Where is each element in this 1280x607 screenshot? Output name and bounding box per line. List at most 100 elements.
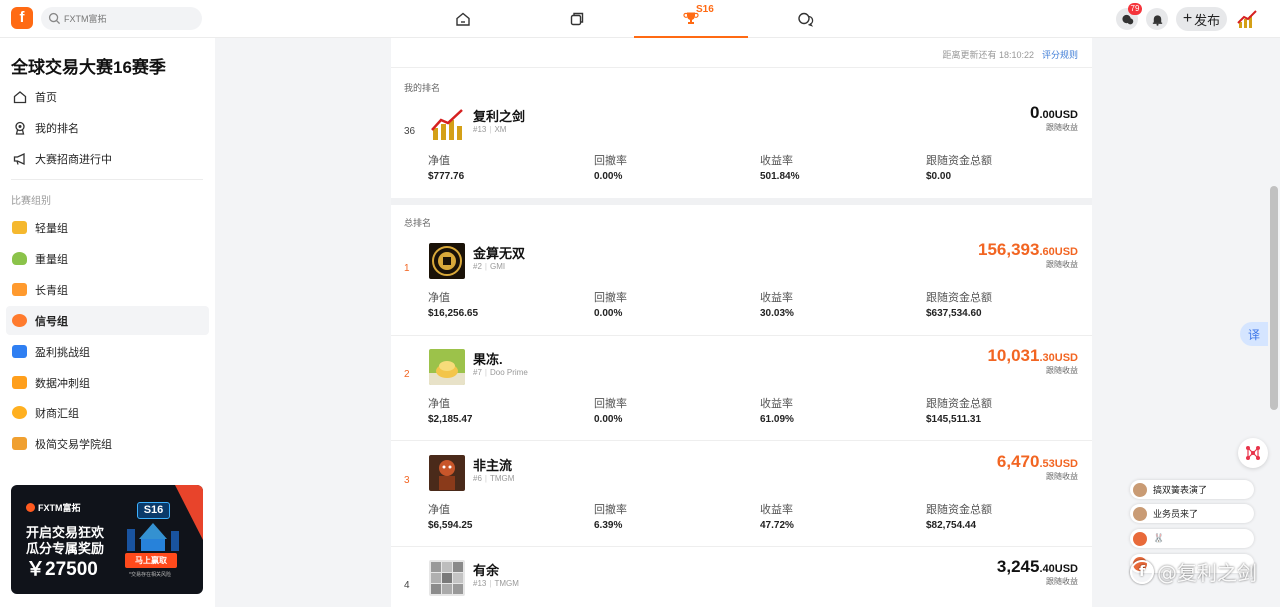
stat-drawdown: 回撤率 6.39% <box>594 504 627 531</box>
trader-name[interactable]: 金算无双 <box>473 243 525 262</box>
nav-feed[interactable] <box>520 0 634 38</box>
trader-name[interactable]: 果冻. <box>473 349 503 368</box>
trader-name[interactable]: 非主流 <box>473 455 512 474</box>
follow-profit: 0.00USD 跟随收益 <box>1030 103 1078 132</box>
sidebar-group-wealth-club[interactable]: 财商汇组 <box>6 398 209 427</box>
ranking-card[interactable]: 4 有余 #13 | TMGM 3,245.40USD 跟随收益 <box>391 551 1092 607</box>
stat-drawdown: 回撤率 0.00% <box>594 155 627 182</box>
megaphone-icon <box>12 151 27 166</box>
rank-number: 2 <box>404 369 410 380</box>
sidebar-group-profit-challenge[interactable]: 盈利挑战组 <box>6 337 209 366</box>
publish-label: 发布 <box>1194 12 1221 28</box>
stat-follow-funds: 跟随资金总额 $637,534.60 <box>926 292 992 319</box>
sidebar-item-label: 大赛招商进行中 <box>35 153 112 166</box>
banner-cta-button[interactable]: 马上赢取 <box>125 553 177 568</box>
rank-number: 4 <box>404 580 410 591</box>
user-avatar[interactable] <box>1236 8 1258 30</box>
rank-number: 3 <box>404 475 410 486</box>
sidebar-group-evergreen[interactable]: 长青组 <box>6 275 209 304</box>
money-bag-icon <box>12 251 27 266</box>
sidebar-item-label: 数据冲刺组 <box>35 377 90 390</box>
promo-banner[interactable]: FXTM富拓 开启交易狂欢 瓜分专属奖励 ￥27500 S16 马上赢取 *交易… <box>11 485 203 594</box>
banner-brand: FXTM富拓 <box>26 501 81 514</box>
sidebar-group-signal[interactable]: 信号组 <box>6 306 209 335</box>
trader-avatar[interactable] <box>429 455 465 491</box>
sidebar-item-label: 盈利挑战组 <box>35 346 90 359</box>
bell-icon <box>1152 14 1162 26</box>
sidebar-item-home[interactable]: 首页 <box>6 82 209 111</box>
trader-avatar[interactable] <box>429 560 465 596</box>
divider <box>11 179 203 180</box>
top-bar: f S16 79 + 发布 <box>0 0 1280 38</box>
home-icon <box>456 12 470 26</box>
trader-avatar[interactable] <box>429 349 465 385</box>
banner-tower-graphic <box>127 523 179 551</box>
avatar <box>1133 506 1147 521</box>
plus-icon: + <box>1182 10 1193 27</box>
my-ranking-card[interactable]: 36 复利之剑 #13 | XM 0.00USD 跟随收益 净值 $777.76 回撤… <box>391 97 1092 202</box>
divider <box>391 67 1092 68</box>
page-title: 全球交易大赛16赛季 <box>11 58 166 77</box>
stat-net-value: 净值 $16,256.65 <box>428 292 479 319</box>
scoring-rules-link[interactable]: 评分规则 <box>1042 50 1078 60</box>
notifications-button[interactable] <box>1146 8 1168 30</box>
my-ranking-label: 我的排名 <box>404 83 441 93</box>
trader-meta: #13 | XM <box>473 125 507 134</box>
ranking-card[interactable]: 2 果冻. #7 | Doo Prime 10,031.30USD 跟随收益 净值 $… <box>391 340 1092 445</box>
sidebar-group-light[interactable]: 轻量组 <box>6 213 209 242</box>
ranking-panel: 距离更新还有 18:10:22 评分规则 我的排名 36 复利之剑 #13 | XM … <box>391 38 1092 607</box>
countdown-text: 距离更新还有 18:10:22 <box>942 50 1034 60</box>
ranking-card[interactable]: 3 非主流 #6 | TMGM 6,470.53USD 跟随收益 净值 $6,594.… <box>391 446 1092 551</box>
trader-name[interactable]: 复利之剑 <box>473 106 525 125</box>
sidebar-item-label: 重量组 <box>35 253 68 266</box>
danmu-comment[interactable]: 搞双簧表演了 <box>1130 480 1254 499</box>
sidebar: 全球交易大赛16赛季 首页 我的排名 大赛招商进行中 比赛组别 轻量组 重量组 … <box>0 38 215 607</box>
gold-bars-icon <box>12 282 27 297</box>
sidebar-group-minimal-academy[interactable]: 极简交易学院组 <box>6 429 209 458</box>
notification-count-badge: 79 <box>1128 3 1142 15</box>
nav-home[interactable] <box>406 0 520 38</box>
rank-number: 1 <box>404 263 410 274</box>
chart-up-icon <box>12 436 27 451</box>
rank-number: 36 <box>404 126 416 137</box>
follow-profit: 6,470.53USD 跟随收益 <box>996 452 1078 481</box>
stat-follow-funds: 跟随资金总额 $82,754.44 <box>926 504 992 531</box>
sidebar-item-label: 极简交易学院组 <box>35 438 112 451</box>
banner-season-tag: S16 <box>137 502 170 519</box>
translate-button[interactable]: 译 <box>1240 322 1268 346</box>
banner-prize-amount: ￥27500 <box>26 559 98 580</box>
sidebar-item-recruiting[interactable]: 大赛招商进行中 <box>6 144 209 173</box>
page-scrollbar[interactable] <box>1270 186 1278 410</box>
trader-avatar[interactable] <box>429 243 465 279</box>
divider <box>391 440 1092 441</box>
stat-drawdown: 回撤率 0.00% <box>594 398 627 425</box>
publish-button[interactable]: + 发布 <box>1176 7 1227 31</box>
messages-button[interactable]: 79 <box>1116 3 1142 30</box>
stat-follow-funds: 跟随资金总额 $0.00 <box>926 155 992 182</box>
section-separator <box>391 198 1092 205</box>
danmu-comment[interactable]: 🐰 <box>1130 529 1254 548</box>
search-box[interactable] <box>41 7 202 30</box>
sidebar-item-my-ranking[interactable]: 我的排名 <box>6 113 209 142</box>
trader-name[interactable]: 有余 <box>473 560 499 579</box>
sidebar-group-data-sprint[interactable]: 数据冲刺组 <box>6 368 209 397</box>
ai-assistant-button[interactable] <box>1238 438 1268 468</box>
nav-competition[interactable]: S16 <box>634 0 748 38</box>
stat-return-rate: 收益率 30.03% <box>760 292 794 319</box>
search-icon <box>48 12 61 25</box>
trader-avatar[interactable] <box>429 106 465 142</box>
ranking-card[interactable]: 1 金算无双 #2 | GMI 156,393.60USD 跟随收益 净值 $16,2… <box>391 234 1092 339</box>
sprint-icon <box>12 375 27 390</box>
total-ranking-label: 总排名 <box>404 218 432 228</box>
avatar <box>1133 482 1147 497</box>
danmu-comment[interactable]: 业务员来了 <box>1130 504 1254 523</box>
site-logo[interactable]: f <box>11 7 33 29</box>
sidebar-group-heavy[interactable]: 重量组 <box>6 244 209 273</box>
follow-profit: 10,031.30USD 跟随收益 <box>987 346 1078 375</box>
follow-profit: 3,245.40USD 跟随收益 <box>996 557 1078 586</box>
sidebar-item-label: 轻量组 <box>35 222 68 235</box>
section-label: 比赛组别 <box>11 196 51 207</box>
search-input[interactable] <box>64 11 194 26</box>
watermark: f @复利之剑 <box>1130 557 1257 586</box>
nav-chat[interactable] <box>748 0 862 38</box>
